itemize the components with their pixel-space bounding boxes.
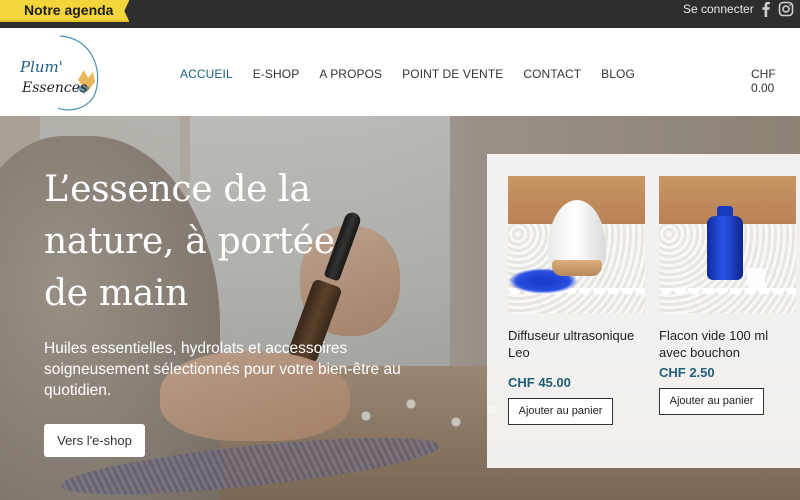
bottle-cap: [747, 268, 765, 288]
nav-accueil[interactable]: ACCUEIL: [180, 67, 233, 81]
add-to-cart-button[interactable]: Ajouter au panier: [659, 388, 764, 415]
nav-contact[interactable]: CONTACT: [523, 67, 581, 81]
facebook-icon[interactable]: [758, 1, 774, 17]
main-nav: ACCUEIL E-SHOP A PROPOS POINT DE VENTE C…: [180, 67, 655, 81]
product-card: Diffuseur ultrasonique Leo CHF 45.00 Ajo…: [508, 176, 645, 425]
cart-total[interactable]: CHF 0.00: [751, 67, 800, 95]
product-price: CHF 45.00: [508, 375, 571, 390]
site-logo[interactable]: Plum' Essences: [16, 34, 106, 112]
hero-title: L’essence de la nature, à portée de main: [44, 169, 335, 314]
product-image[interactable]: [659, 176, 796, 313]
instagram-icon[interactable]: [778, 1, 794, 17]
hero-section: L’essence de la nature, à portée de main…: [0, 116, 800, 500]
logo-text-essences: Essences: [21, 80, 87, 96]
hero-subtitle: Huiles essentielles, hydrolats et access…: [44, 340, 401, 399]
add-to-cart-button[interactable]: Ajouter au panier: [508, 398, 613, 425]
e-shop-button[interactable]: Vers l'e-shop: [44, 424, 145, 457]
bottle-shape: [707, 216, 743, 280]
featured-products-panel: Diffuseur ultrasonique Leo CHF 45.00 Ajo…: [487, 154, 800, 468]
top-bar: Notre agenda Se connecter: [0, 0, 800, 28]
product-name[interactable]: Flacon vide 100 ml avec bouchon: [659, 327, 796, 361]
product-price: CHF 2.50: [659, 365, 715, 380]
product-image[interactable]: [508, 176, 645, 313]
nav-e-shop[interactable]: E-SHOP: [253, 67, 300, 81]
image-background: [659, 288, 796, 300]
diffuser-base: [552, 260, 602, 276]
nav-a-propos[interactable]: A PROPOS: [319, 67, 382, 81]
agenda-button[interactable]: Notre agenda: [0, 0, 130, 22]
product-name[interactable]: Diffuseur ultrasonique Leo: [508, 327, 645, 361]
site-header: Plum' Essences ACCUEIL E-SHOP A PROPOS P…: [0, 28, 800, 116]
nav-point-de-vente[interactable]: POINT DE VENTE: [402, 67, 503, 81]
login-link[interactable]: Se connecter: [683, 2, 754, 16]
logo-text-plum: Plum': [19, 58, 63, 76]
product-card: Flacon vide 100 ml avec bouchon CHF 2.50…: [659, 176, 796, 415]
nav-blog[interactable]: BLOG: [601, 67, 635, 81]
